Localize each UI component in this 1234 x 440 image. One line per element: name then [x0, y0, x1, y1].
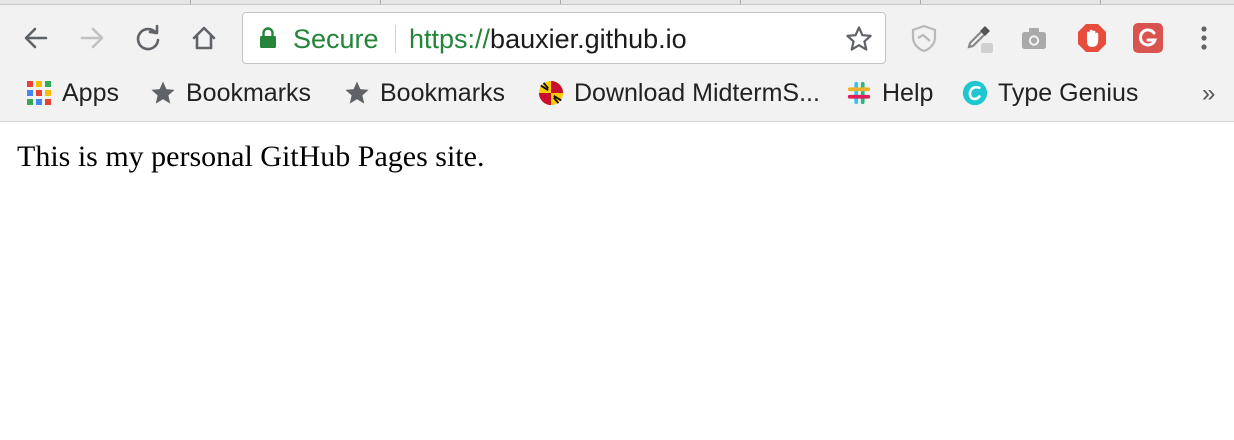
eyedropper-extension-icon	[967, 26, 993, 53]
forward-button[interactable]	[74, 20, 110, 56]
tab-divider	[920, 0, 921, 4]
bookmark-folder-2[interactable]: Bookmarks	[344, 76, 505, 110]
adblock-hand-extension-icon	[1078, 24, 1106, 52]
tab-strip-edge	[0, 0, 1234, 5]
bookmark-star-button[interactable]	[845, 25, 873, 58]
reload-icon	[136, 24, 160, 51]
star-icon	[344, 80, 370, 106]
maryland-flag-icon	[538, 80, 564, 106]
adblock-extension-button[interactable]	[1076, 22, 1108, 54]
url-scheme: https://	[409, 24, 491, 54]
bookmark-label: Help	[882, 78, 934, 107]
shield-extension-icon	[911, 24, 937, 53]
type-genius-icon	[962, 80, 988, 106]
bookmark-folder-1[interactable]: Bookmarks	[150, 76, 311, 110]
bookmark-type-genius[interactable]: Type Genius	[962, 76, 1138, 110]
bookmark-label: Download MidtermS...	[574, 78, 820, 107]
back-arrow-icon	[24, 27, 48, 49]
bookmarks-overflow-button[interactable]: »	[1202, 80, 1215, 108]
kebab-menu-icon	[1201, 26, 1207, 50]
star-icon	[150, 80, 176, 106]
bookmark-label: Bookmarks	[380, 78, 506, 107]
grammarly-extension-button[interactable]	[1132, 22, 1164, 54]
slack-icon	[846, 80, 872, 106]
security-label[interactable]: Secure	[293, 24, 379, 54]
forward-arrow-icon	[80, 27, 104, 49]
eyedropper-extension-button[interactable]	[962, 22, 994, 54]
camera-extension-icon	[1022, 28, 1046, 49]
bookmark-label: Apps	[62, 78, 119, 107]
page-body-text: This is my personal GitHub Pages site.	[17, 140, 485, 173]
shield-extension-button[interactable]	[908, 22, 940, 54]
url-host: bauxier.github.io	[490, 24, 687, 54]
apps-grid-icon	[26, 80, 52, 106]
grammarly-extension-icon	[1133, 23, 1163, 53]
tab-divider	[560, 0, 561, 4]
bookmark-label: Type Genius	[998, 78, 1139, 107]
home-button[interactable]	[186, 20, 222, 56]
reload-button[interactable]	[130, 20, 166, 56]
bookmark-help[interactable]: Help	[846, 76, 933, 110]
lock-icon[interactable]	[259, 27, 277, 54]
star-outline-icon	[846, 26, 872, 51]
tab-divider	[190, 0, 191, 4]
home-icon	[192, 26, 216, 50]
tab-divider	[1100, 0, 1101, 4]
url-text[interactable]: https://bauxier.github.io	[409, 24, 687, 54]
camera-extension-button[interactable]	[1018, 22, 1050, 54]
tab-divider	[740, 0, 741, 4]
omnibox-divider	[395, 25, 396, 53]
bookmark-label: Bookmarks	[186, 78, 312, 107]
chrome-menu-button[interactable]	[1188, 22, 1220, 54]
bookmark-download-midterm[interactable]: Download MidtermS...	[538, 76, 820, 110]
back-button[interactable]	[18, 20, 54, 56]
tab-divider	[380, 0, 381, 4]
address-bar[interactable]: Secure https://bauxier.github.io	[242, 12, 886, 64]
browser-chrome: Secure https://bauxier.github.io Apps Bo…	[0, 0, 1234, 122]
bookmark-apps[interactable]: Apps	[26, 76, 119, 110]
